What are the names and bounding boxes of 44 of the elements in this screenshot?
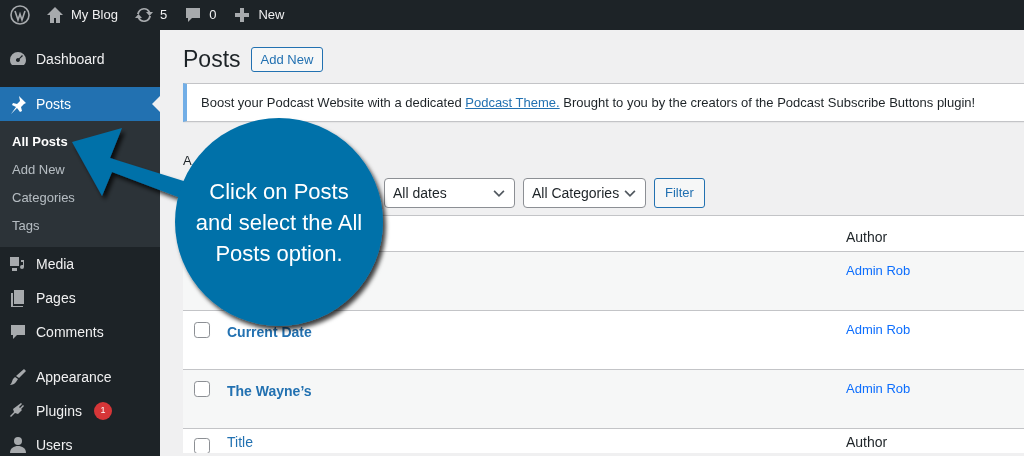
new-link[interactable]: New [258, 5, 285, 25]
add-new-button[interactable]: Add New [250, 46, 324, 73]
menu-item[interactable]: Users [0, 428, 160, 456]
notice-text: Boost your Podcast Website with a dedicated Podcast Theme. Brought to you by the creators of the Podcast Subscribe Buttons plugin! [201, 93, 976, 112]
callout-text: Click on Posts and select the All Posts option. [194, 178, 364, 268]
submenu-item[interactable]: Add New [0, 156, 65, 184]
row-checkbox[interactable] [194, 381, 210, 397]
submenu-item[interactable]: Tags [0, 212, 40, 240]
menu-item[interactable]: Media [0, 247, 160, 281]
comments-count[interactable]: 0 [209, 5, 217, 25]
menu-item[interactable]: Plugins 1 [0, 394, 160, 428]
comment-icon [8, 322, 28, 342]
filter-dropdown[interactable]: All dates [384, 178, 515, 208]
row-checkbox[interactable] [194, 438, 210, 453]
updates-count[interactable]: 5 [159, 5, 168, 25]
menu-item[interactable]: Appearance [0, 360, 160, 394]
theme-link[interactable]: Podcast Theme. [465, 94, 560, 110]
post-title-link[interactable]: Current Date [227, 324, 312, 340]
view-filter-text[interactable]: A [183, 153, 192, 168]
author-link[interactable]: Admin Rob [846, 381, 911, 396]
post-title-link[interactable]: The Wayne’s [227, 383, 312, 399]
refresh-icon [133, 5, 154, 25]
home-icon [45, 5, 65, 25]
column-header[interactable]: Title [227, 434, 253, 450]
site-link[interactable]: My Blog [71, 5, 118, 25]
author-link[interactable]: Admin Rob [846, 322, 911, 337]
update-count-badge: 1 [93, 402, 112, 420]
filter-dropdown[interactable]: All Categories [523, 178, 646, 208]
page-title: Posts [183, 45, 241, 74]
user-icon [8, 435, 28, 455]
menu-item[interactable]: Comments [0, 315, 160, 349]
filter-button[interactable]: Filter [654, 178, 705, 208]
menu-item[interactable]: Posts [0, 87, 160, 121]
menu-item[interactable]: Pages [0, 281, 160, 315]
column-header: Author [846, 434, 888, 450]
submenu-item[interactable]: All Posts [0, 128, 68, 156]
wordpress-logo-icon [10, 5, 30, 25]
paintbrush-icon [8, 367, 28, 387]
column-header: Author [846, 229, 888, 245]
submenu-item[interactable]: Categories [0, 184, 75, 212]
author-link[interactable]: Admin Rob [846, 263, 911, 278]
menu-item[interactable]: Dashboard [0, 42, 160, 76]
row-checkbox[interactable] [194, 322, 210, 338]
pin-icon [8, 94, 28, 114]
